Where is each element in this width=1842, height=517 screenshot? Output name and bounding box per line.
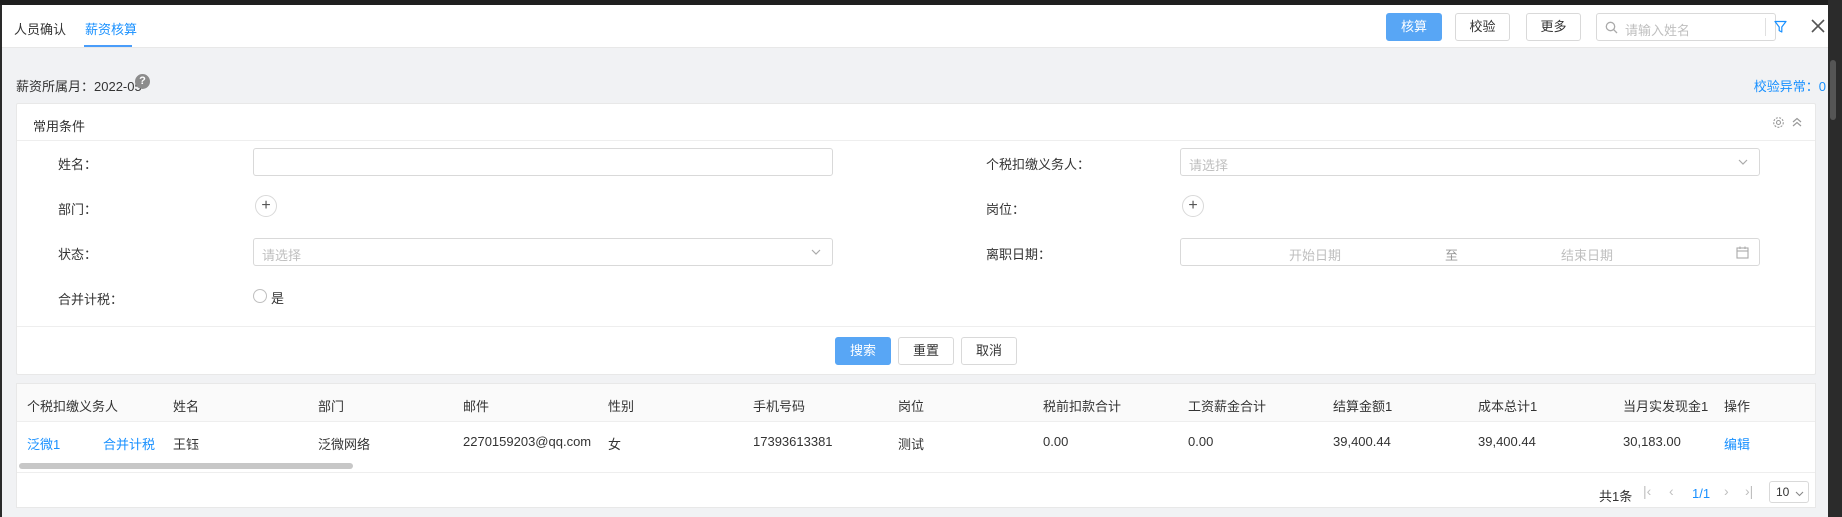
cell-pretax-deduction: 0.00 — [1043, 434, 1069, 449]
active-tab-indicator — [84, 45, 132, 47]
close-icon[interactable] — [1810, 18, 1826, 34]
window-scrollbar-thumb[interactable] — [1830, 60, 1836, 120]
withholder-link[interactable]: 泛微1 — [27, 434, 60, 453]
merge-tax-tag[interactable]: 合并计税 — [103, 434, 155, 453]
cancel-button[interactable]: 取消 — [961, 337, 1017, 365]
name-input[interactable] — [253, 148, 833, 176]
col-email: 邮件 — [463, 399, 490, 414]
add-dept-button[interactable]: + — [255, 195, 277, 217]
page-indicator: 1/1 — [1692, 486, 1711, 501]
search-placeholder: 请输入姓名 — [1625, 23, 1691, 38]
col-post: 岗位 — [898, 399, 925, 414]
col-pretax-deduction: 税前扣款合计 — [1043, 399, 1122, 414]
merge-tax-option-label: 是 — [271, 291, 285, 306]
search-divider — [1765, 18, 1766, 36]
panel-title: 常用条件 — [33, 119, 86, 134]
reset-button[interactable]: 重置 — [898, 337, 954, 365]
search-icon — [1605, 21, 1618, 34]
chevron-down-icon — [1795, 491, 1804, 497]
col-cost-total: 成本总计1 — [1478, 399, 1538, 414]
window-scrollbar[interactable] — [1828, 0, 1842, 517]
help-icon[interactable]: ? — [135, 74, 150, 89]
chevron-down-icon — [1738, 159, 1748, 165]
col-settlement: 结算金额1 — [1333, 399, 1393, 414]
panel-divider — [17, 140, 1815, 141]
tab-salary-calc[interactable]: 薪资核算 — [85, 19, 137, 38]
more-button[interactable]: 更多 — [1526, 13, 1581, 41]
status-placeholder: 请选择 — [262, 248, 302, 263]
cell-name: 王钰 — [173, 437, 200, 452]
next-page-icon[interactable]: › — [1724, 483, 1729, 499]
cell-phone: 17393613381 — [753, 434, 833, 449]
cell-post: 测试 — [898, 437, 925, 452]
col-dept: 部门 — [318, 399, 345, 414]
merge-tax-radio-yes[interactable] — [253, 289, 267, 303]
col-salary-total: 工资薪金合计 — [1188, 399, 1267, 414]
calc-button[interactable]: 核算 — [1386, 13, 1442, 41]
name-search-input[interactable]: 请输入姓名 — [1596, 13, 1787, 41]
table-footer-divider — [17, 472, 1815, 473]
chevron-down-icon — [811, 249, 821, 255]
edit-link[interactable]: 编辑 — [1724, 434, 1750, 453]
start-date-placeholder: 开始日期 — [1289, 248, 1342, 263]
app-window: 人员确认 薪资核算 核算 校验 更多 请输入姓名 薪资所属月：2022-05 ?… — [0, 5, 1828, 517]
salary-table: 个税扣缴义务人 姓名 部门 邮件 性别 手机号码 岗位 税前扣款合计 工资薪金合… — [16, 383, 1816, 508]
withholder-select[interactable]: 请选择 — [1180, 148, 1760, 176]
scrollbar-thumb[interactable] — [19, 463, 353, 469]
page-size-select[interactable]: 10 — [1769, 481, 1809, 503]
col-action: 操作 — [1724, 399, 1751, 414]
first-page-icon[interactable]: |‹ — [1643, 483, 1651, 499]
withholder-label: 个税扣缴义务人： — [986, 157, 1091, 172]
post-label: 岗位： — [986, 202, 1026, 217]
col-withholder: 个税扣缴义务人 — [27, 399, 119, 414]
add-post-button[interactable]: + — [1182, 195, 1204, 217]
table-header: 个税扣缴义务人 姓名 部门 邮件 性别 手机号码 岗位 税前扣款合计 工资薪金合… — [17, 384, 1815, 422]
horizontal-scrollbar[interactable] — [17, 462, 1815, 470]
leave-date-range-picker[interactable]: 开始日期 至 结束日期 — [1180, 238, 1760, 266]
page-size-value: 10 — [1776, 485, 1790, 499]
dept-label: 部门： — [58, 202, 98, 217]
verify-error-count-link[interactable]: 校验异常：0 — [1754, 76, 1826, 95]
leave-date-label: 离职日期： — [986, 247, 1052, 262]
status-select[interactable]: 请选择 — [253, 238, 833, 266]
merge-tax-label: 合并计税： — [58, 292, 124, 307]
total-count: 共1条 — [1599, 489, 1633, 504]
status-label: 状态： — [58, 247, 98, 262]
name-label: 姓名： — [58, 157, 98, 172]
col-phone: 手机号码 — [753, 399, 806, 414]
col-gender: 性别 — [608, 399, 635, 414]
cell-cost-total: 39,400.44 — [1478, 434, 1536, 449]
cell-gender: 女 — [608, 437, 622, 452]
cell-dept: 泛微网络 — [318, 437, 371, 452]
cell-settlement: 39,400.44 — [1333, 434, 1391, 449]
prev-page-icon[interactable]: ‹ — [1669, 483, 1674, 499]
withholder-placeholder: 请选择 — [1189, 158, 1229, 173]
cell-cash-paid: 30,183.00 — [1623, 434, 1681, 449]
end-date-placeholder: 结束日期 — [1561, 248, 1614, 263]
calendar-icon — [1736, 246, 1749, 259]
table-row: 泛微1 合并计税 王钰 泛微网络 2270159203@qq.com 女 173… — [17, 422, 1815, 460]
tab-personnel-confirm[interactable]: 人员确认 — [14, 19, 66, 38]
col-name: 姓名 — [173, 399, 200, 414]
collapse-icon[interactable] — [1791, 116, 1803, 128]
search-button[interactable]: 搜索 — [835, 337, 891, 365]
top-bar: 人员确认 薪资核算 核算 校验 更多 请输入姓名 — [2, 5, 1828, 48]
panel-footer-divider — [17, 326, 1815, 327]
date-range-separator: 至 — [1445, 248, 1459, 263]
col-cash-paid: 当月实发现金1 — [1623, 399, 1709, 414]
gear-icon[interactable] — [1772, 116, 1785, 129]
cell-email: 2270159203@qq.com — [463, 434, 592, 449]
cell-salary-total: 0.00 — [1188, 434, 1214, 449]
filter-icon[interactable] — [1774, 20, 1787, 34]
condition-panel: 常用条件 姓名： 个税扣缴义务人： 请选择 部门： + 岗位： + 状态： 请选… — [16, 103, 1816, 375]
salary-month-label: 薪资所属月：2022-05 — [16, 79, 142, 94]
last-page-icon[interactable]: ›| — [1745, 483, 1753, 499]
verify-button[interactable]: 校验 — [1455, 13, 1510, 41]
